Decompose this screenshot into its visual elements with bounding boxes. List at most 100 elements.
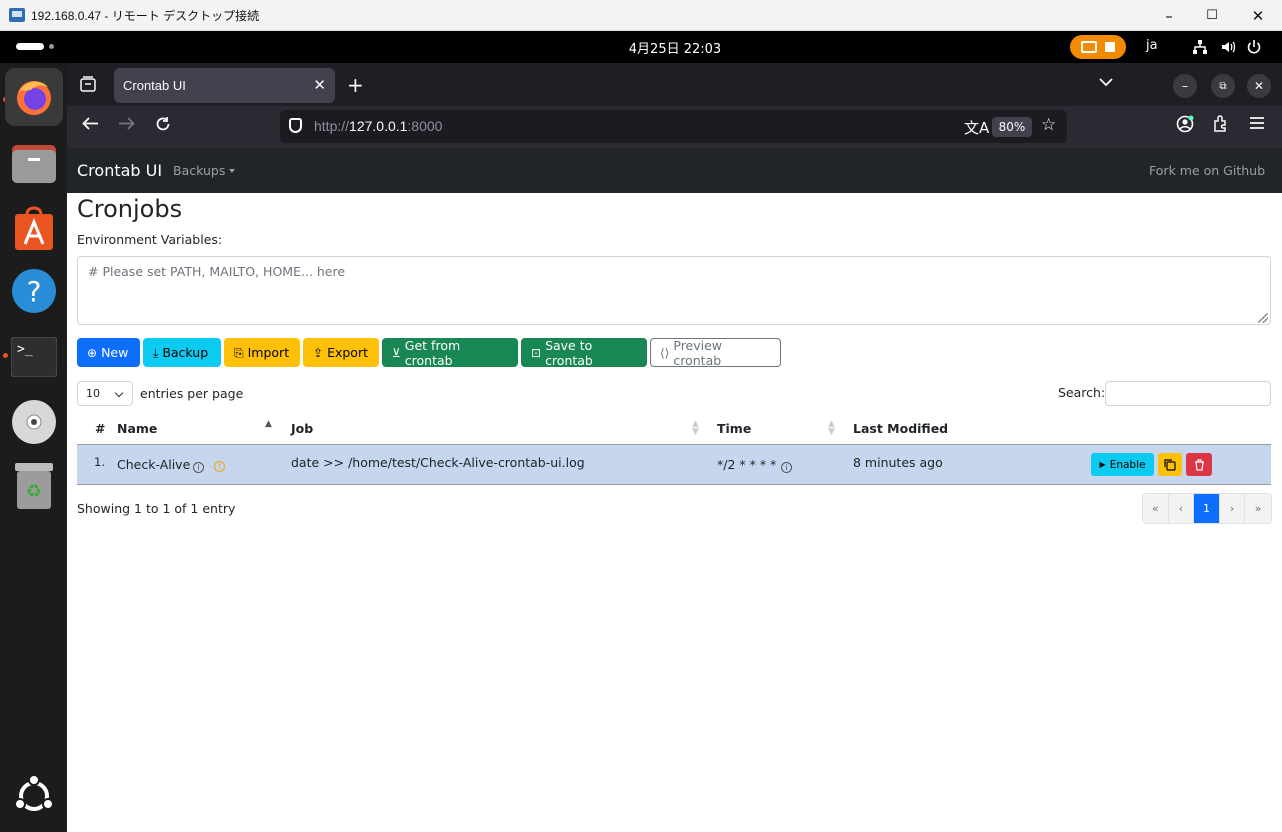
- dock-help[interactable]: ?: [10, 267, 58, 315]
- address-bar[interactable]: http://127.0.0.1:8000 文A 80% ☆: [280, 110, 1067, 143]
- export-button[interactable]: ⇪ Export: [303, 338, 379, 367]
- env-variables-textarea[interactable]: [77, 256, 1271, 325]
- new-tab-icon[interactable]: +: [347, 73, 364, 97]
- browser-nav-bar: http://127.0.0.1:8000 文A 80% ☆: [67, 106, 1282, 148]
- help-icon: ?: [12, 269, 56, 313]
- col-time[interactable]: Time: [717, 421, 751, 436]
- plus-circle-icon: ⊕: [87, 345, 98, 360]
- firefox-view-icon[interactable]: [80, 76, 96, 96]
- preview-crontab-button[interactable]: ⟨⟩ Preview crontab: [650, 338, 781, 368]
- save-to-crontab-button[interactable]: ⊡ Save to crontab: [521, 337, 647, 368]
- dock-terminal[interactable]: >_: [10, 333, 58, 381]
- ubuntu-logo-icon: [14, 776, 54, 811]
- save-icon: ⊡: [531, 345, 542, 360]
- dock-trash[interactable]: ♻: [10, 462, 58, 510]
- fork-github-link[interactable]: Fork me on Github: [1149, 163, 1265, 178]
- duplicate-button[interactable]: [1158, 453, 1182, 476]
- import-icon: ⎘: [234, 345, 244, 360]
- cronjobs-table: # Name ▲ Job ▲ ▼ Time ▲ ▼ Last Modified 1.…: [77, 412, 1271, 485]
- dock-app-center[interactable]: [10, 204, 58, 252]
- page-first[interactable]: «: [1143, 494, 1169, 523]
- reload-icon[interactable]: [155, 116, 171, 137]
- import-button[interactable]: ⎘ Import: [224, 338, 300, 367]
- page-1[interactable]: 1: [1194, 494, 1220, 523]
- col-name[interactable]: Name: [117, 421, 157, 436]
- browser-close-button[interactable]: ✕: [1247, 74, 1271, 98]
- account-icon[interactable]: [1176, 115, 1194, 138]
- forward-arrow-icon[interactable]: [118, 116, 135, 136]
- dock-firefox[interactable]: [5, 68, 63, 126]
- maximize-button[interactable]: ☐: [1189, 0, 1235, 31]
- search-input[interactable]: [1105, 381, 1271, 406]
- tab-list-chevron-icon[interactable]: [1099, 75, 1113, 91]
- enable-button[interactable]: ▶ Enable: [1091, 453, 1154, 476]
- page-previous[interactable]: ‹: [1168, 494, 1195, 523]
- table-header: # Name ▲ Job ▲ ▼ Time ▲ ▼ Last Modified: [77, 412, 1271, 445]
- pagination: « ‹ 1 › »: [1142, 493, 1272, 524]
- sort-icon[interactable]: ▲ ▼: [692, 420, 699, 437]
- sort-asc-icon[interactable]: ▲: [265, 420, 272, 429]
- col-number: #: [95, 421, 106, 436]
- minimize-button[interactable]: –: [1146, 0, 1192, 31]
- brand-link[interactable]: Crontab UI: [77, 161, 162, 180]
- dock-files[interactable]: [10, 139, 58, 187]
- tab-crontab-ui[interactable]: Crontab UI ✕: [114, 68, 335, 103]
- volume-icon[interactable]: [1220, 39, 1236, 59]
- export-icon: ⇪: [313, 345, 324, 360]
- trash-icon: ♻: [15, 463, 53, 509]
- input-language[interactable]: ja: [1146, 38, 1158, 53]
- copy-icon: [1164, 458, 1176, 471]
- get-from-crontab-button[interactable]: ⊻ Get from crontab: [382, 338, 518, 368]
- arrow-down-circle-icon: ⊻: [392, 345, 401, 360]
- tracking-protection-shield-icon[interactable]: [289, 118, 302, 133]
- firefox-icon: [17, 81, 51, 115]
- bookmark-star-icon[interactable]: ☆: [1041, 115, 1056, 135]
- back-arrow-icon[interactable]: [82, 116, 99, 136]
- info-icon[interactable]: i: [193, 458, 204, 473]
- backup-button[interactable]: ⤓ Backup: [143, 338, 221, 367]
- job-schedule: */2 * * * *: [717, 457, 777, 472]
- svg-text:?: ?: [27, 275, 42, 308]
- show-apps-button[interactable]: [10, 772, 58, 820]
- save-button-label: Save to crontab: [545, 337, 593, 368]
- zoom-level[interactable]: 80%: [992, 117, 1032, 137]
- new-job-button[interactable]: ⊕ New: [77, 338, 140, 367]
- url-port: :8000: [407, 118, 443, 134]
- close-window-button[interactable]: ✕: [1235, 0, 1281, 31]
- schedule-info-icon[interactable]: i: [781, 458, 792, 473]
- textarea-resize-handle[interactable]: [1258, 313, 1268, 323]
- tab-close-icon[interactable]: ✕: [313, 76, 326, 94]
- browser-restore-button[interactable]: ⧉: [1211, 74, 1235, 98]
- url-scheme: http://: [314, 118, 350, 134]
- screen-sharing-indicator[interactable]: [1070, 35, 1126, 59]
- sort-icon[interactable]: ▲ ▼: [828, 420, 835, 437]
- svg-text:>_: >_: [17, 342, 33, 357]
- extensions-puzzle-icon[interactable]: [1212, 115, 1229, 137]
- app-navbar: Crontab UI Backups Fork me on Github: [67, 148, 1282, 193]
- power-icon[interactable]: [1246, 39, 1262, 59]
- code-icon: ⟨⟩: [660, 345, 670, 360]
- optical-disc-icon: [12, 400, 56, 444]
- warning-icon[interactable]: !: [214, 457, 225, 472]
- delete-button[interactable]: [1186, 453, 1212, 476]
- page-next[interactable]: ›: [1219, 494, 1246, 523]
- page-last[interactable]: »: [1245, 494, 1271, 523]
- dock-disc[interactable]: [10, 398, 58, 446]
- hamburger-menu-icon[interactable]: [1249, 115, 1265, 135]
- new-button-label: New: [101, 345, 129, 360]
- network-icon[interactable]: [1192, 39, 1208, 59]
- url-text[interactable]: http://127.0.0.1:8000: [314, 118, 442, 134]
- col-job[interactable]: Job: [291, 421, 313, 436]
- backups-dropdown[interactable]: Backups: [173, 163, 235, 178]
- browser-minimize-button[interactable]: –: [1173, 74, 1197, 98]
- env-variables-label: Environment Variables:: [77, 232, 223, 247]
- svg-text:♻: ♻: [26, 481, 42, 502]
- export-button-label: Export: [327, 345, 368, 360]
- search-label: Search:: [1058, 385, 1106, 400]
- translate-icon[interactable]: 文A: [964, 117, 989, 138]
- row-number: 1.: [94, 455, 105, 469]
- gnome-top-bar: 4月25日 22:03 ja: [0, 31, 1282, 63]
- page-title: Cronjobs: [77, 195, 183, 223]
- tab-title: Crontab UI: [123, 78, 186, 93]
- page-length-select[interactable]: 10: [77, 381, 133, 406]
